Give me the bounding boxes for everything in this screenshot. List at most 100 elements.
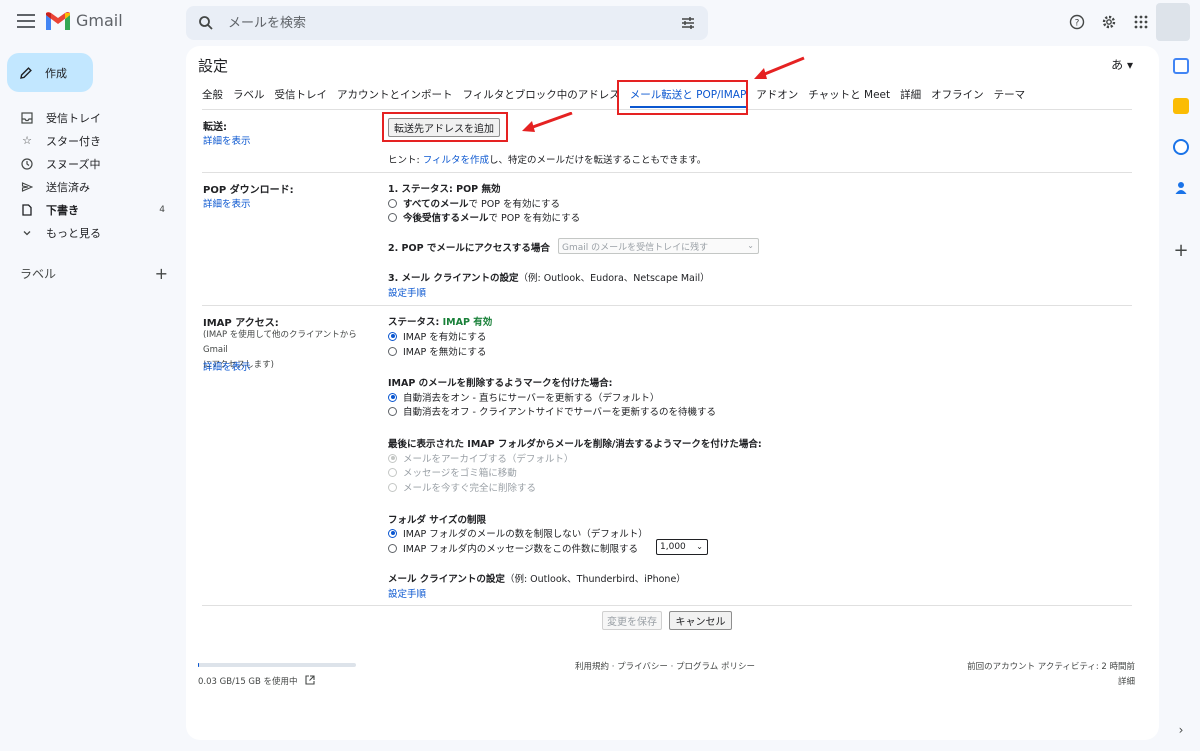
settings-gear-icon[interactable]	[1099, 12, 1119, 32]
pop-new-mail-radio[interactable]: 今後受信するメールで POP を有効にする	[388, 210, 580, 224]
option-text: で POP を有効にする	[468, 199, 561, 210]
input-tools-button[interactable]: あ ▾	[1111, 56, 1133, 73]
folder-no-limit-radio[interactable]: IMAP フォルダのメールの数を制限しない（デフォルト）	[388, 526, 648, 540]
annotation-arrow-icon	[754, 56, 805, 79]
storage-info: 0.03 GB/15 GB を使用中	[198, 675, 315, 687]
external-link-icon[interactable]	[305, 675, 315, 685]
annotation-arrow-icon	[522, 112, 573, 132]
chevron-down-icon	[20, 226, 34, 240]
main-menu-icon[interactable]	[17, 14, 35, 28]
draft-icon	[20, 203, 34, 217]
radio-dot	[388, 346, 397, 356]
calendar-icon[interactable]	[1173, 58, 1189, 74]
client-title: メール クライアントの設定	[388, 574, 505, 585]
footer-links[interactable]: 利用規約 · プライバシー · プログラム ポリシー	[575, 660, 755, 672]
labels-section-header: ラベル +	[20, 264, 168, 283]
apps-grid-icon[interactable]	[1131, 12, 1151, 32]
pop-all-mail-radio[interactable]: すべてのメールで POP を有効にする	[388, 196, 560, 210]
search-icon[interactable]	[198, 15, 214, 31]
top-bar: Gmail ?	[0, 0, 1200, 46]
imap-setup-link[interactable]: 設定手順	[388, 586, 426, 600]
pop-label: POP ダウンロード:	[203, 185, 294, 196]
option-text: 自動消去をオン - 直ちにサーバーを更新する（デフォルト）	[403, 393, 660, 404]
compose-label: 作成	[45, 66, 67, 80]
save-changes-button[interactable]: 変更を保存	[602, 611, 662, 630]
tab-offline[interactable]: オフライン	[931, 88, 984, 108]
tab-general[interactable]: 全般	[202, 88, 223, 108]
client-note: （例: Outlook、Thunderbird、iPhone）	[504, 574, 686, 585]
forwarding-hint: ヒント: フィルタを作成し、特定のメールだけを転送することもできます。	[388, 152, 706, 166]
radio-dot	[388, 453, 397, 463]
last-activity: 前回のアカウント アクティビティ: 2 時間前	[967, 662, 1135, 672]
create-filter-link[interactable]: フィルタを作成	[423, 155, 489, 166]
contacts-icon[interactable]	[1173, 180, 1189, 196]
radio-dot	[388, 198, 397, 208]
option-text: IMAP を有効にする	[403, 332, 487, 343]
chevron-right-icon[interactable]: ›	[1173, 722, 1189, 738]
tab-labels[interactable]: ラベル	[233, 88, 265, 108]
radio-dot	[388, 528, 397, 538]
sidebar-item-label: もっと見る	[46, 226, 101, 240]
sidebar-item-more[interactable]: もっと見る	[0, 221, 180, 244]
activity-details-link[interactable]: 詳細	[1118, 675, 1135, 687]
gmail-logo[interactable]: Gmail	[46, 11, 123, 30]
account-avatar[interactable]	[1156, 3, 1190, 41]
tab-accounts[interactable]: アカウントとインポート	[337, 88, 453, 108]
sidebar-item-inbox[interactable]: 受信トレイ	[0, 106, 180, 129]
cancel-button[interactable]: キャンセル	[669, 611, 732, 630]
pop-access-title: 2. POP でメールにアクセスする場合	[388, 243, 550, 254]
radio-dot	[388, 212, 397, 222]
pop-details-link[interactable]: 詳細を表示	[203, 196, 251, 210]
tab-chat-meet[interactable]: チャットと Meet	[808, 88, 890, 108]
tasks-icon[interactable]	[1173, 139, 1189, 155]
option-text: メールをアーカイブする（デフォルト）	[403, 454, 574, 465]
option-text: メールを今すぐ完全に削除する	[403, 483, 537, 494]
settings-panel: 設定 あ ▾ 全般 ラベル 受信トレイ アカウントとインポート フィルタとブロッ…	[186, 46, 1159, 740]
folder-limit-radio[interactable]: IMAP フォルダ内のメッセージ数をこの件数に制限する	[388, 541, 638, 555]
tab-advanced[interactable]: 詳細	[900, 88, 921, 108]
sidebar-item-sent[interactable]: 送信済み	[0, 175, 180, 198]
sidebar-item-snoozed[interactable]: スヌーズ中	[0, 152, 180, 175]
forwarding-details-link[interactable]: 詳細を表示	[203, 133, 251, 147]
sidebar-item-starred[interactable]: ☆ スター付き	[0, 129, 180, 152]
tab-inbox[interactable]: 受信トレイ	[275, 88, 328, 108]
hint-prefix: ヒント:	[388, 155, 423, 166]
compose-button[interactable]: 作成	[7, 53, 93, 92]
option-bold: 今後受信するメール	[403, 213, 489, 224]
section-divider	[202, 305, 1132, 306]
keep-icon[interactable]	[1173, 98, 1189, 114]
section-divider	[202, 172, 1132, 173]
search-bar	[186, 6, 708, 40]
option-text: 自動消去をオフ - クライアントサイドでサーバーを更新するのを待機する	[403, 407, 716, 418]
chevron-down-icon: ⌄	[747, 241, 754, 250]
drafts-count: 4	[159, 204, 165, 215]
ime-indicator: あ	[1111, 58, 1124, 72]
pop-setup-link[interactable]: 設定手順	[388, 285, 426, 299]
annotation-highlight-button	[382, 112, 508, 142]
send-icon	[20, 180, 34, 194]
auto-expunge-off-radio[interactable]: 自動消去をオフ - クライアントサイドでサーバーを更新するのを待機する	[388, 404, 716, 418]
radio-dot	[388, 543, 397, 553]
radio-dot	[388, 482, 397, 492]
tab-addons[interactable]: アドオン	[756, 88, 798, 108]
auto-expunge-on-radio[interactable]: 自動消去をオン - 直ちにサーバーを更新する（デフォルト）	[388, 390, 659, 404]
sidebar-nav: 受信トレイ ☆ スター付き スヌーズ中 送信済み 下書き 4 もっと見る	[0, 106, 180, 244]
tab-themes[interactable]: テーマ	[994, 88, 1026, 108]
folder-limit-select[interactable]: 1,000 ⌄	[656, 539, 708, 555]
sidebar-item-label: 下書き	[46, 203, 79, 217]
svg-text:?: ?	[1075, 19, 1080, 29]
search-options-icon[interactable]	[680, 15, 696, 31]
star-icon: ☆	[22, 134, 32, 147]
imap-disable-radio[interactable]: IMAP を無効にする	[388, 344, 486, 358]
add-label-button[interactable]: +	[155, 264, 168, 283]
add-addon-icon[interactable]: +	[1173, 242, 1189, 260]
help-icon[interactable]: ?	[1067, 12, 1087, 32]
imap-enable-radio[interactable]: IMAP を有効にする	[388, 329, 486, 343]
tab-filters[interactable]: フィルタとブロック中のアドレス	[463, 88, 620, 108]
option-text: IMAP フォルダのメールの数を制限しない（デフォルト）	[403, 529, 648, 540]
imap-details-link[interactable]: 詳細を表示	[203, 359, 251, 373]
sidebar-item-drafts[interactable]: 下書き 4	[0, 198, 180, 221]
imap-desc-line1: (IMAP を使用して他のクライアントから Gmail	[203, 330, 357, 355]
search-input[interactable]	[228, 6, 668, 40]
inbox-icon	[20, 111, 34, 125]
